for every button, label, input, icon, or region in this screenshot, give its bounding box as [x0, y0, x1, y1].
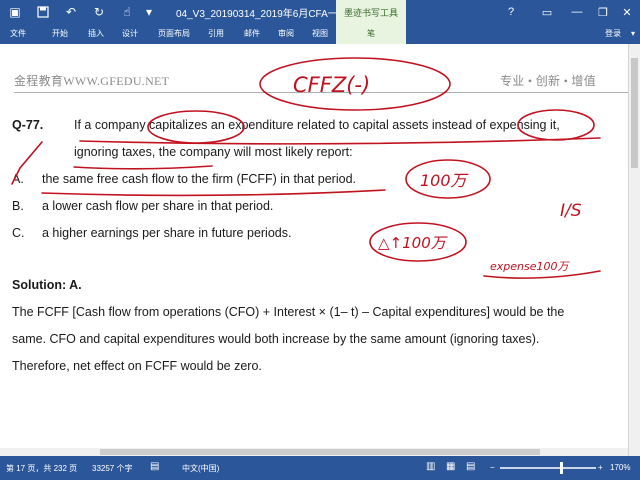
question-number: Q-77.: [12, 118, 44, 132]
option-b-text: a lower cash flow per share in that peri…: [42, 199, 274, 213]
tab-references[interactable]: 引用: [200, 24, 232, 44]
word-count[interactable]: 33257 个字: [92, 463, 132, 474]
page-count[interactable]: 第 17 页，共 232 页: [6, 463, 77, 474]
help-icon[interactable]: ?: [500, 2, 522, 22]
question-line-2: ignoring taxes, the company will most li…: [74, 145, 353, 159]
sign-in-link[interactable]: 登录: [598, 24, 628, 44]
header-divider: [14, 92, 628, 93]
collapse-ribbon-icon[interactable]: ▾: [626, 24, 640, 44]
zoom-out-button[interactable]: −: [490, 463, 495, 472]
solution-title: Solution: A.: [12, 278, 82, 292]
zoom-slider-thumb[interactable]: [560, 462, 563, 474]
ribbon-display-icon[interactable]: ▭: [536, 2, 558, 22]
option-b-letter: B.: [12, 199, 24, 213]
document-page[interactable]: 金程教育WWW.GFEDU.NET 专业 • 创新 • 增值 Q-77. If …: [0, 44, 628, 456]
app-menu-icon[interactable]: ▣: [6, 4, 24, 20]
horizontal-scroll-thumb[interactable]: [100, 449, 540, 455]
tab-insert[interactable]: 插入: [80, 24, 112, 44]
minimize-button[interactable]: —: [566, 2, 588, 22]
solution-line-1: The FCFF [Cash flow from operations (CFO…: [12, 305, 565, 319]
web-layout-icon[interactable]: ▤: [466, 461, 475, 472]
tab-home[interactable]: 开始: [44, 24, 76, 44]
vertical-scrollbar[interactable]: [628, 44, 640, 456]
ink-tools-context-tab: 墨迹书写工具: [336, 0, 406, 24]
restore-button[interactable]: ❐: [592, 2, 614, 22]
option-a-text: the same free cash flow to the firm (FCF…: [42, 172, 357, 186]
horizontal-scrollbar[interactable]: [0, 448, 628, 456]
tab-file[interactable]: 文件: [0, 24, 36, 44]
option-c-text: a higher earnings per share in future pe…: [42, 226, 292, 240]
header-right: 专业 • 创新 • 增值: [500, 74, 597, 88]
tab-review[interactable]: 审阅: [270, 24, 302, 44]
zoom-slider[interactable]: [500, 467, 596, 469]
solution-line-3: Therefore, net effect on FCFF would be z…: [12, 359, 262, 373]
option-a-letter: A.: [12, 172, 24, 186]
save-icon[interactable]: [34, 4, 52, 20]
close-button[interactable]: ✕: [616, 2, 638, 22]
proofing-icon[interactable]: ▤: [150, 461, 159, 472]
customize-icon[interactable]: ▾: [140, 4, 158, 20]
option-c-letter: C.: [12, 226, 25, 240]
touch-mode-icon[interactable]: ☝: [118, 4, 136, 20]
tab-pen[interactable]: 笔: [336, 24, 406, 44]
question-line-1: If a company capitalizes an expenditure …: [74, 118, 560, 132]
undo-icon[interactable]: ↶: [62, 4, 80, 20]
zoom-in-button[interactable]: +: [598, 463, 603, 472]
title-bar: ▣ ↶ ↻ ☝ ▾ 04_V3_20190314_2019年6月CFA一级百题预…: [0, 0, 640, 24]
tab-layout[interactable]: 页面布局: [152, 24, 196, 44]
header-left: 金程教育WWW.GFEDU.NET: [14, 74, 170, 88]
ribbon-tabs: 文件 开始 插入 设计 页面布局 引用 邮件 审阅 视图 笔 登录 ▾: [0, 24, 640, 44]
status-bar: 第 17 页，共 232 页 33257 个字 ▤ 中文(中国) ▥ ▦ ▤ −…: [0, 456, 640, 480]
read-mode-icon[interactable]: ▥: [426, 461, 435, 472]
language[interactable]: 中文(中国): [182, 463, 219, 474]
print-layout-icon[interactable]: ▦: [446, 461, 455, 472]
tab-design[interactable]: 设计: [114, 24, 146, 44]
tab-view[interactable]: 视图: [304, 24, 336, 44]
redo-icon[interactable]: ↻: [90, 4, 108, 20]
solution-line-2: same. CFO and capital expenditures would…: [12, 332, 540, 346]
zoom-level[interactable]: 170%: [610, 463, 630, 472]
vertical-scroll-thumb[interactable]: [631, 58, 638, 168]
tab-mailings[interactable]: 邮件: [236, 24, 268, 44]
